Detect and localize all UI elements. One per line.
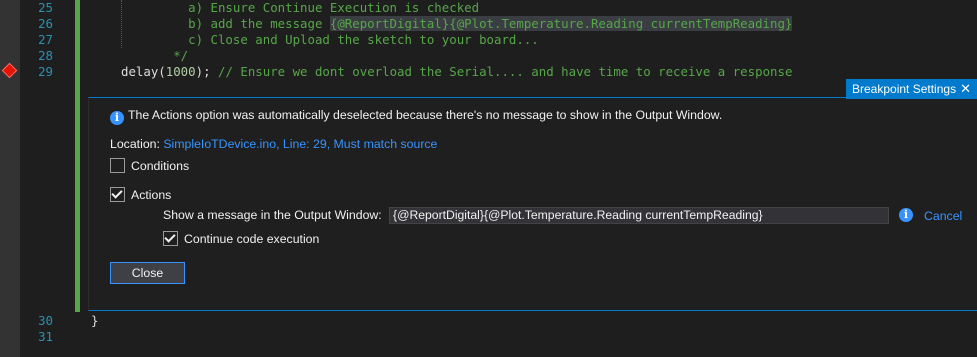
code-line-30[interactable]: } (91, 313, 98, 329)
message-label: Show a message in the Output Window: (163, 208, 382, 222)
cancel-link[interactable]: Cancel (924, 209, 962, 223)
info-icon[interactable]: i (899, 208, 913, 222)
breakpoint-settings-tab: Breakpoint Settings ✕ (846, 79, 977, 99)
conditions-option[interactable]: Conditions (110, 158, 189, 173)
breakpoint-settings-panel (88, 97, 977, 311)
indicator-margin[interactable] (0, 0, 20, 357)
code-line-25[interactable]: a) Ensure Continue Execution is checked (121, 0, 479, 16)
actions-option[interactable]: Actions (110, 187, 171, 202)
line-number: 31 (38, 329, 53, 344)
location-label: Location: (110, 137, 164, 151)
code-line-28[interactable]: */ (121, 48, 188, 64)
code-line-26[interactable]: b) add the message {@ReportDigital}{@Plo… (121, 16, 793, 32)
code-line-27[interactable]: c) Close and Upload the sketch to your b… (121, 32, 539, 48)
code-comment: // Ensure we dont overload the Serial...… (218, 64, 793, 79)
location-link[interactable]: SimpleIoTDevice.ino, Line: 29, Must matc… (163, 137, 437, 151)
message-input[interactable] (389, 207, 889, 224)
line-number: 26 (38, 16, 53, 31)
actions-checkbox[interactable] (110, 187, 125, 202)
info-icon: i (110, 111, 124, 125)
line-number: 29 (38, 64, 53, 79)
continue-execution-label: Continue code execution (184, 231, 320, 246)
continue-execution-checkbox[interactable] (163, 231, 178, 246)
line-number: 27 (38, 32, 53, 47)
code-number: 1000 (165, 64, 196, 79)
code-token: delay( (121, 64, 166, 79)
close-button[interactable]: Close (110, 262, 185, 284)
conditions-checkbox[interactable] (110, 158, 125, 173)
line-number: 28 (38, 48, 53, 63)
close-icon[interactable]: ✕ (960, 79, 971, 99)
code-comment: b) add the message (121, 16, 330, 31)
change-tracking-bar (75, 0, 80, 312)
code-token: ); (195, 64, 218, 79)
continue-execution-option[interactable]: Continue code execution (163, 231, 319, 246)
code-line-29[interactable]: delay(1000); // Ensure we dont overload … (121, 64, 792, 80)
panel-title: Breakpoint Settings (852, 82, 957, 96)
location-row: Location: SimpleIoTDevice.ino, Line: 29,… (110, 137, 437, 151)
line-number: 30 (38, 313, 53, 328)
info-message: i The Actions option was automatically de… (110, 108, 722, 125)
conditions-label: Conditions (131, 158, 190, 173)
info-text: The Actions option was automatically des… (128, 108, 723, 122)
highlighted-message: {@ReportDigital}{@Plot.Temperature.Readi… (329, 16, 793, 31)
line-number: 25 (38, 0, 53, 15)
actions-label: Actions (131, 187, 172, 202)
